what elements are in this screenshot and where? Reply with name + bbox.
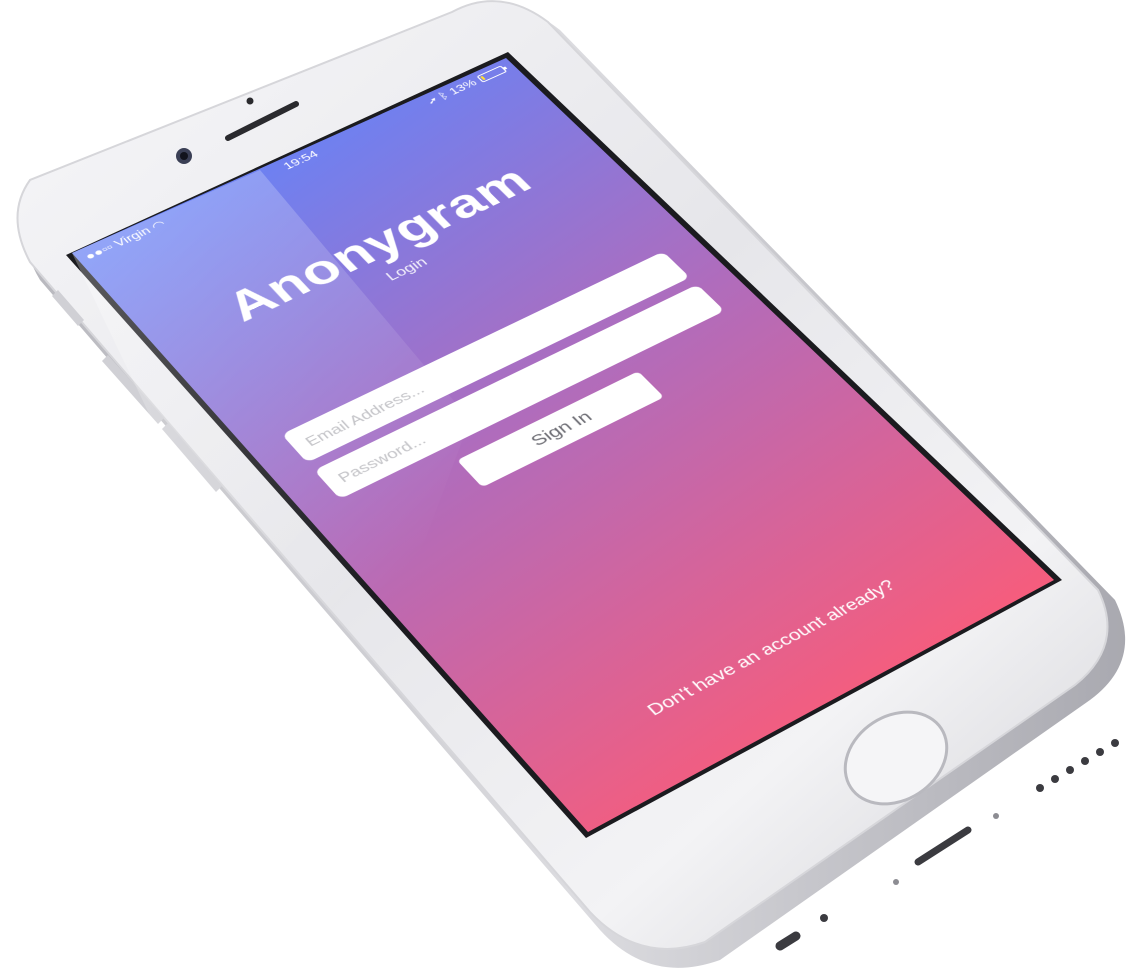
- headphone-jack: [775, 931, 801, 951]
- battery-level: [480, 75, 486, 81]
- bottom-screw-right: [993, 813, 999, 819]
- bottom-screw-left: [893, 879, 899, 885]
- lightning-port: [914, 826, 972, 866]
- speaker-grille: [1036, 739, 1119, 792]
- proximity-sensor: [246, 97, 254, 105]
- front-camera-lens: [180, 152, 188, 160]
- phone-mockup-scene: ●●▫▫ Virgin ◠ 19:54 ➚ ᛒ 13% Anonygram Lo…: [0, 0, 1144, 979]
- microphone-hole: [820, 914, 828, 922]
